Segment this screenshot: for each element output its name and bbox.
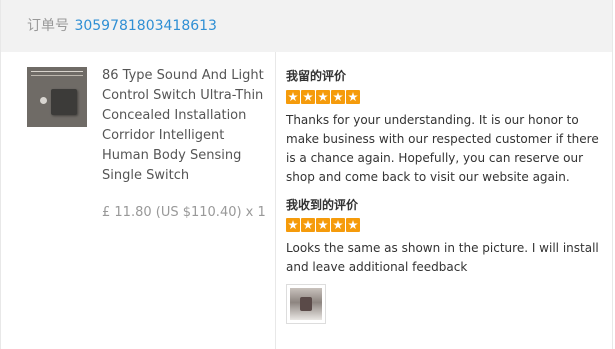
review-photo-thumbnail[interactable] (286, 284, 326, 324)
received-feedback-title: 我收到的评价 (286, 198, 359, 212)
received-feedback-stars (286, 218, 361, 234)
thumbnail-caption-lines (31, 71, 83, 76)
received-feedback-text: Looks the same as shown in the picture. … (286, 241, 599, 274)
sensor-icon (40, 97, 47, 104)
order-header: 订单号 3059781803418613 (1, 0, 612, 52)
product-title-link[interactable]: 86 Type Sound And Light Control Switch U… (102, 66, 270, 186)
star-icon (286, 218, 300, 232)
product-price: £ 11.80 (US $110.40) x 1 (102, 205, 266, 220)
my-feedback-stars (286, 90, 361, 106)
column-divider (275, 52, 276, 349)
star-icon (316, 90, 330, 104)
star-icon (301, 90, 315, 104)
star-icon (286, 90, 300, 104)
order-card: 订单号 3059781803418613 86 Type Sound And L… (0, 0, 613, 349)
star-icon (331, 218, 345, 232)
star-icon (316, 218, 330, 232)
order-number-label: 订单号 (27, 18, 69, 34)
product-thumbnail[interactable] (27, 67, 87, 127)
switch-icon (51, 89, 77, 115)
star-icon (301, 218, 315, 232)
my-feedback-title: 我留的评价 (286, 69, 347, 83)
star-icon (346, 218, 360, 232)
review-photo-image (290, 288, 322, 320)
order-number-link[interactable]: 3059781803418613 (74, 18, 217, 34)
star-icon (346, 90, 360, 104)
my-feedback-text: Thanks for your understanding. It is our… (286, 113, 599, 184)
star-icon (331, 90, 345, 104)
